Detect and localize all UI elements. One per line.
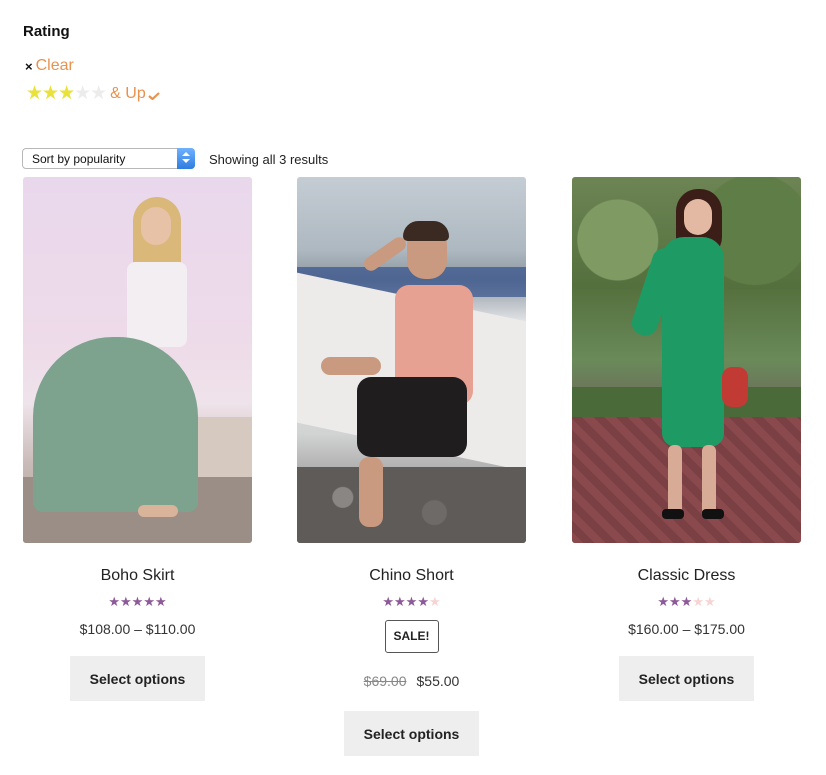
select-arrows-icon <box>177 148 195 169</box>
checkmark-icon <box>148 92 160 100</box>
product-title[interactable]: Classic Dress <box>572 567 801 587</box>
select-options-button[interactable]: Select options <box>344 711 479 756</box>
sale-price: $55.00 <box>416 673 460 689</box>
rating-filter-option[interactable]: ★★★★★ ★★★★★ & Up <box>26 84 160 104</box>
product-image[interactable] <box>572 177 801 543</box>
product-image[interactable] <box>23 177 252 543</box>
sale-badge: SALE! <box>384 620 439 653</box>
clear-label: Clear <box>35 57 74 74</box>
filter-star-rating: ★★★★★ ★★★★★ <box>26 83 107 104</box>
clear-x-icon: × <box>25 58 33 74</box>
product-card: Chino Short ★★★★★ ★★★★★ SALE! $69.00 $55.… <box>297 177 526 756</box>
product-title[interactable]: Boho Skirt <box>23 567 252 587</box>
product-card: Classic Dress ★★★★★ ★★★★★ $160.00 – $175… <box>572 177 801 701</box>
result-count: Showing all 3 results <box>209 152 329 167</box>
sort-select[interactable]: Sort by popularity <box>22 148 195 169</box>
product-star-rating: ★★★★★ ★★★★★ <box>108 594 167 609</box>
select-options-button[interactable]: Select options <box>619 656 754 701</box>
product-price: $160.00 – $175.00 <box>628 621 745 637</box>
product-price: $108.00 – $110.00 <box>79 621 196 637</box>
product-star-rating: ★★★★★ ★★★★★ <box>382 594 441 609</box>
and-up-label: & Up <box>110 85 146 102</box>
product-price: $69.00 $55.00 <box>297 673 526 689</box>
select-options-button[interactable]: Select options <box>70 656 205 701</box>
clear-filter-link[interactable]: × Clear <box>25 57 74 75</box>
product-image[interactable] <box>297 177 526 543</box>
product-star-rating: ★★★★★ ★★★★★ <box>657 594 716 609</box>
product-title[interactable]: Chino Short <box>297 567 526 587</box>
rating-filter-title: Rating <box>23 23 70 40</box>
sort-select-value: Sort by popularity <box>32 151 126 166</box>
product-card: Boho Skirt ★★★★★ ★★★★★ $108.00 – $110.00… <box>23 177 252 701</box>
regular-price: $69.00 <box>363 673 407 689</box>
